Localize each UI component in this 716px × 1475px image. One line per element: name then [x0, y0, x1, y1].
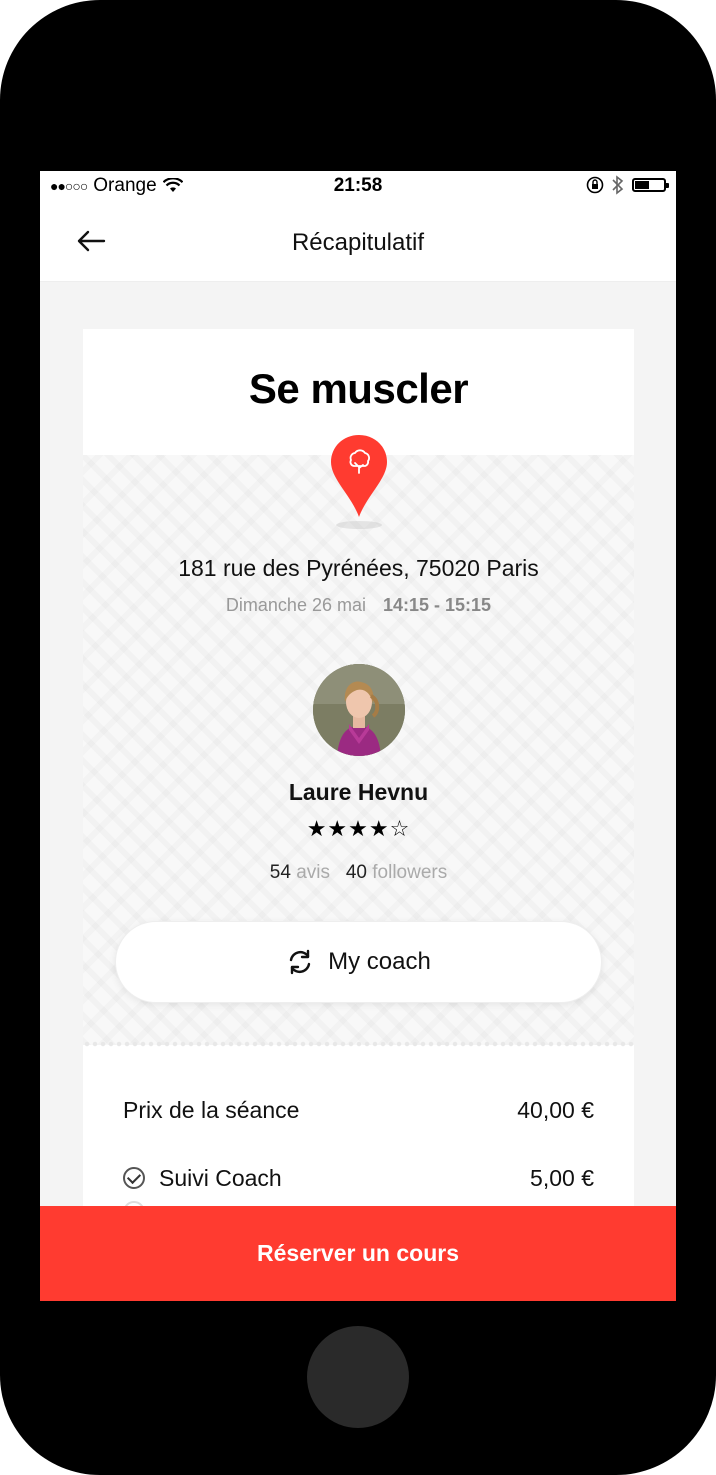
phone-frame: ●●○○○ Orange 21:58 Récapitulatif Se musc…	[0, 0, 716, 1475]
home-button[interactable]	[307, 1326, 409, 1428]
status-time: 21:58	[333, 175, 383, 196]
card-top-edge	[83, 325, 634, 333]
option-label: Suivi Coach	[159, 1165, 282, 1191]
session-datetime: Dimanche 26 mai 14:15 - 15:15	[83, 595, 634, 616]
option-row-suivi-coach[interactable]: Suivi Coach 5,00 €	[123, 1165, 594, 1192]
coach-photo	[313, 664, 405, 756]
session-price-value: 40,00 €	[517, 1097, 594, 1123]
followers-count: 40	[345, 862, 367, 883]
coach-avatar[interactable]	[313, 664, 405, 756]
reviews-label: avis	[296, 862, 330, 883]
pin-shadow	[336, 521, 382, 529]
page-title: Récapitulatif	[291, 229, 425, 256]
app-screen: ●●○○○ Orange 21:58 Récapitulatif Se musc…	[40, 171, 676, 1301]
my-coach-button[interactable]: My coach	[115, 921, 602, 1003]
refresh-icon	[289, 949, 311, 975]
coach-rating-stars: ★★★★☆	[306, 816, 411, 841]
reviews-count: 54	[269, 862, 291, 883]
session-title: Se muscler	[248, 365, 469, 412]
checkmark-icon[interactable]	[123, 1167, 145, 1189]
session-price-row: Prix de la séance 40,00 €	[123, 1097, 594, 1124]
session-date: Dimanche 26 mai	[225, 595, 366, 615]
battery-icon	[632, 178, 669, 192]
session-hours: 14:15 - 15:15	[383, 595, 492, 615]
option-price: 5,00 €	[530, 1165, 594, 1191]
session-price-label: Prix de la séance	[123, 1097, 300, 1123]
followers-label: followers	[372, 862, 448, 883]
summary-card: Se muscler 181 rue des Pyrénées, 75020 P…	[83, 325, 634, 1301]
book-course-button[interactable]: Réserver un cours	[40, 1206, 676, 1301]
status-bar: ●●○○○ Orange 21:58	[40, 171, 676, 199]
coach-stats: 54 avis 40 followers	[83, 862, 634, 884]
tree-location-pin-icon	[331, 435, 387, 517]
coach-name: Laure Hevnu	[288, 779, 429, 805]
my-coach-label: My coach	[328, 948, 431, 975]
card-perforation	[83, 1041, 634, 1047]
bluetooth-icon	[612, 175, 624, 195]
session-address: 181 rue des Pyrénées, 75020 Paris	[178, 555, 539, 581]
orientation-lock-icon	[586, 176, 604, 194]
nav-bar: Récapitulatif	[40, 199, 676, 282]
